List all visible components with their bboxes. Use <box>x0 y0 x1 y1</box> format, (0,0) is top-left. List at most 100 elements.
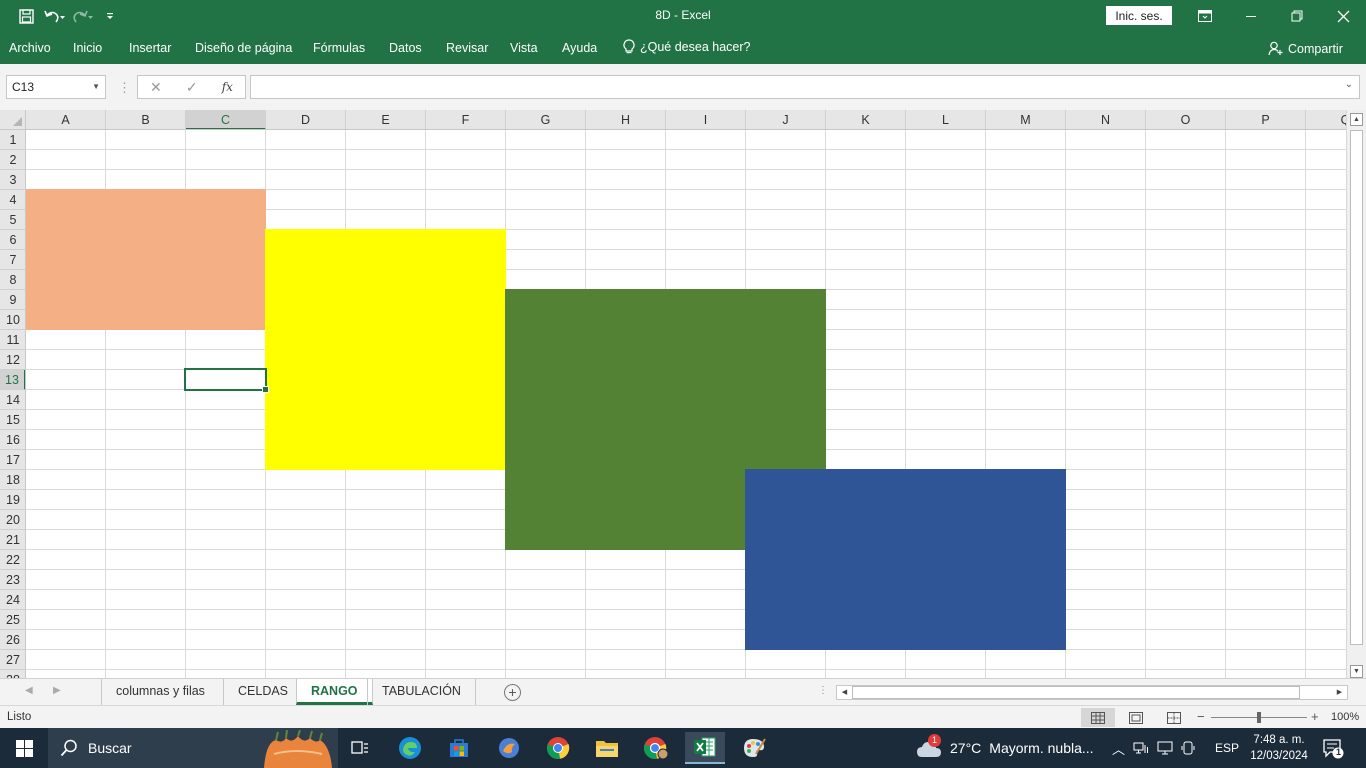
tab-diseno-de-pagina[interactable]: Diseño de página <box>195 41 292 55</box>
taskbar-app-blue[interactable] <box>489 732 529 764</box>
row-header[interactable]: 13 <box>0 370 25 390</box>
language-indicator[interactable]: ESP <box>1215 741 1239 755</box>
row-header[interactable]: 8 <box>0 270 25 290</box>
column-header[interactable]: M <box>986 110 1066 129</box>
zoom-out-button[interactable]: − <box>1197 709 1205 724</box>
volume-icon[interactable] <box>1181 741 1197 755</box>
tab-revisar[interactable]: Revisar <box>446 41 488 55</box>
taskbar-edge[interactable] <box>390 732 430 764</box>
start-button[interactable] <box>0 728 48 768</box>
vertical-scrollbar[interactable]: ▲ ▼ <box>1346 110 1366 678</box>
select-all-button[interactable] <box>0 110 26 130</box>
row-header[interactable]: 24 <box>0 590 25 610</box>
scroll-right-button[interactable]: ▶ <box>1333 686 1346 699</box>
sign-in-button[interactable]: Inic. ses. <box>1106 6 1172 25</box>
row-header[interactable]: 2 <box>0 150 25 170</box>
confirm-entry-button[interactable]: ✓ <box>186 79 198 96</box>
column-header[interactable]: K <box>826 110 906 129</box>
page-layout-view-button[interactable] <box>1119 708 1153 727</box>
column-header[interactable]: I <box>666 110 746 129</box>
blue-rectangle[interactable] <box>745 469 1066 650</box>
scroll-up-button[interactable]: ▲ <box>1350 113 1363 126</box>
taskbar-chrome[interactable] <box>538 732 578 764</box>
taskbar-search[interactable]: Buscar <box>48 728 338 768</box>
orange-rectangle[interactable] <box>26 189 266 330</box>
row-header[interactable]: 22 <box>0 550 25 570</box>
column-header[interactable]: E <box>346 110 426 129</box>
column-header[interactable]: N <box>1066 110 1146 129</box>
row-header[interactable]: 25 <box>0 610 25 630</box>
row-header[interactable]: 28 <box>0 670 25 678</box>
display-icon[interactable] <box>1157 741 1173 755</box>
vertical-scroll-thumb[interactable] <box>1350 130 1363 645</box>
row-header[interactable]: 17 <box>0 450 25 470</box>
row-header[interactable]: 6 <box>0 230 25 250</box>
sheet-next-arrow[interactable]: ▶ <box>53 685 61 696</box>
cancel-entry-button[interactable]: ✕ <box>150 79 162 96</box>
notifications-button[interactable]: 1 <box>1322 737 1344 759</box>
row-header[interactable]: 20 <box>0 510 25 530</box>
tab-archivo[interactable]: Archivo <box>9 41 51 55</box>
column-header[interactable]: C <box>186 110 266 129</box>
column-header[interactable]: H <box>586 110 666 129</box>
active-cell-c13[interactable] <box>184 368 269 393</box>
save-button[interactable] <box>14 4 38 28</box>
row-header[interactable]: 23 <box>0 570 25 590</box>
clock[interactable]: 7:48 a. m. 12/03/2024 <box>1248 732 1310 764</box>
redo-button[interactable] <box>70 4 94 28</box>
formula-input[interactable]: ⌄ <box>250 75 1360 99</box>
row-header[interactable]: 14 <box>0 390 25 410</box>
column-header[interactable]: J <box>746 110 826 129</box>
row-header[interactable]: 27 <box>0 650 25 670</box>
sheet-tab-tabulacion[interactable]: TABULACIÓN <box>367 679 476 705</box>
sheet-prev-arrow[interactable]: ◀ <box>25 685 33 696</box>
row-header[interactable]: 19 <box>0 490 25 510</box>
taskbar-store[interactable] <box>439 732 479 764</box>
insert-function-button[interactable]: fx <box>222 80 233 94</box>
zoom-in-button[interactable]: + <box>1311 709 1319 724</box>
taskbar-file-explorer[interactable] <box>587 732 627 764</box>
row-header[interactable]: 4 <box>0 190 25 210</box>
row-header[interactable]: 26 <box>0 630 25 650</box>
tell-me-box[interactable]: ¿Qué desea hacer? <box>623 39 751 55</box>
add-sheet-button[interactable]: + <box>504 684 521 701</box>
close-button[interactable] <box>1320 0 1366 32</box>
ribbon-display-options-button[interactable] <box>1182 0 1228 32</box>
column-header[interactable]: O <box>1146 110 1226 129</box>
zoom-slider-thumb[interactable] <box>1257 712 1261 723</box>
row-header[interactable]: 12 <box>0 350 25 370</box>
task-view-button[interactable] <box>340 732 380 764</box>
sheet-tab-rango[interactable]: RANGO <box>296 679 373 705</box>
tab-formulas[interactable]: Fórmulas <box>313 41 365 55</box>
row-header[interactable]: 7 <box>0 250 25 270</box>
cells-area[interactable] <box>26 130 1346 678</box>
horizontal-scrollbar[interactable]: ◀ ▶ <box>836 685 1348 700</box>
sheet-tab-celdas[interactable]: CELDAS <box>223 679 302 705</box>
undo-button[interactable] <box>42 4 66 28</box>
row-header[interactable]: 15 <box>0 410 25 430</box>
row-header[interactable]: 18 <box>0 470 25 490</box>
tab-inicio[interactable]: Inicio <box>73 41 102 55</box>
zoom-level[interactable]: 100% <box>1331 711 1359 723</box>
expand-formula-bar-icon[interactable]: ⌄ <box>1345 79 1353 90</box>
chevron-down-icon[interactable]: ▼ <box>92 76 100 98</box>
column-header[interactable]: L <box>906 110 986 129</box>
taskbar-chrome-profile[interactable] <box>636 732 676 764</box>
formula-bar-splitter[interactable]: ⋮ <box>118 80 131 96</box>
column-header[interactable]: D <box>266 110 346 129</box>
row-header[interactable]: 1 <box>0 130 25 150</box>
scroll-left-button[interactable]: ◀ <box>838 686 851 699</box>
customize-toolbar-button[interactable] <box>98 4 122 28</box>
page-break-view-button[interactable] <box>1157 708 1191 727</box>
tab-vista[interactable]: Vista <box>510 41 538 55</box>
network-icon[interactable] <box>1133 741 1149 755</box>
weather-widget[interactable]: 1 27°C Mayorm. nubla... <box>916 728 1094 768</box>
sheet-tab-columnas-y-filas[interactable]: columnas y filas <box>101 679 219 705</box>
name-box[interactable]: C13 ▼ <box>6 75 106 99</box>
row-header[interactable]: 21 <box>0 530 25 550</box>
column-header[interactable]: B <box>106 110 186 129</box>
chevron-up-icon[interactable]: ︿ <box>1112 739 1125 758</box>
row-header[interactable]: 5 <box>0 210 25 230</box>
row-header[interactable]: 11 <box>0 330 25 350</box>
row-header[interactable]: 9 <box>0 290 25 310</box>
